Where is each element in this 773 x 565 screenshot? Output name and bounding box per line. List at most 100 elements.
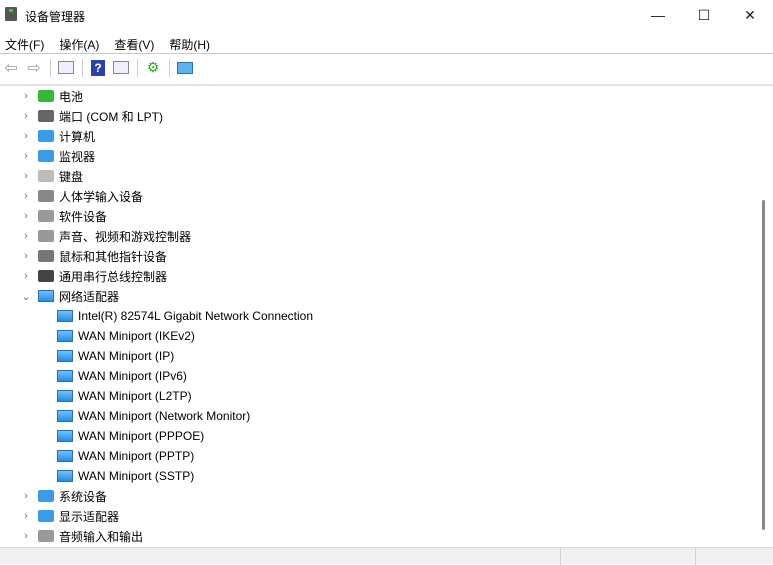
item-label: 通用串行总线控制器 bbox=[59, 269, 168, 284]
keyboard-icon bbox=[38, 170, 54, 182]
status-divider bbox=[560, 548, 561, 565]
device-item[interactable]: WAN Miniport (IPv6) bbox=[57, 366, 187, 386]
chevron-right-icon[interactable]: › bbox=[20, 210, 32, 222]
show-hide-console-tree-icon[interactable] bbox=[55, 58, 77, 78]
category-item[interactable]: › 鼠标和其他指针设备 bbox=[20, 246, 167, 266]
chevron-right-icon[interactable]: › bbox=[20, 230, 32, 242]
chevron-right-icon[interactable]: › bbox=[20, 90, 32, 102]
device-item[interactable]: WAN Miniport (IP) bbox=[57, 346, 174, 366]
network-adapter-icon bbox=[38, 290, 54, 302]
properties-icon[interactable] bbox=[110, 58, 132, 78]
usb-icon bbox=[38, 270, 54, 282]
category-item[interactable]: › 软件设备 bbox=[20, 206, 107, 226]
vertical-scrollbar[interactable] bbox=[762, 200, 765, 530]
category-item[interactable]: › 通用串行总线控制器 bbox=[20, 266, 167, 286]
device-item[interactable]: WAN Miniport (L2TP) bbox=[57, 386, 192, 406]
device-manager-icon bbox=[5, 7, 17, 21]
port-icon bbox=[38, 110, 54, 122]
category-item[interactable]: › 系统设备 bbox=[20, 486, 107, 506]
chevron-right-icon[interactable]: › bbox=[20, 170, 32, 182]
toolbar-divider bbox=[50, 58, 51, 77]
update-driver-icon[interactable]: ⚙ bbox=[142, 58, 164, 78]
status-divider bbox=[695, 548, 696, 565]
monitor-icon bbox=[38, 150, 54, 162]
network-adapter-icon bbox=[57, 330, 73, 342]
device-tree: › 电池 › 端口 (COM 和 LPT) › 计算机 › 监视器 › 键盘 › 人体学输入设备 › 软件… bbox=[0, 86, 763, 546]
title-bar: 设备管理器 — ☐ ✕ bbox=[0, 0, 773, 32]
network-adapter-icon bbox=[57, 370, 73, 382]
category-item[interactable]: › 键盘 bbox=[20, 166, 83, 186]
category-item[interactable]: › 音频输入和输出 bbox=[20, 526, 143, 546]
chevron-right-icon[interactable]: › bbox=[20, 250, 32, 262]
item-label: 监视器 bbox=[59, 149, 96, 164]
mouse-icon bbox=[38, 250, 54, 262]
item-label: WAN Miniport (PPTP) bbox=[78, 449, 195, 463]
toolbar-divider bbox=[82, 58, 83, 77]
item-label: 人体学输入设备 bbox=[59, 189, 144, 204]
device-item[interactable]: WAN Miniport (SSTP) bbox=[57, 466, 194, 486]
software-device-icon bbox=[38, 210, 54, 222]
network-adapter-icon bbox=[57, 450, 73, 462]
item-label: 系统设备 bbox=[59, 489, 108, 504]
back-icon[interactable]: ⇦ bbox=[0, 58, 22, 78]
item-label: 计算机 bbox=[59, 129, 96, 144]
minimize-button[interactable]: — bbox=[635, 0, 681, 30]
audio-icon bbox=[38, 530, 54, 542]
category-item[interactable]: › 计算机 bbox=[20, 126, 95, 146]
chevron-right-icon[interactable]: › bbox=[20, 110, 32, 122]
item-label: WAN Miniport (IPv6) bbox=[78, 369, 187, 383]
chevron-right-icon[interactable]: › bbox=[20, 510, 32, 522]
device-item[interactable]: Intel(R) 82574L Gigabit Network Connecti… bbox=[57, 306, 313, 326]
menu-action[interactable]: 操作(A) bbox=[54, 32, 105, 53]
item-label: WAN Miniport (PPPOE) bbox=[78, 429, 205, 443]
item-label: WAN Miniport (L2TP) bbox=[78, 389, 192, 403]
network-adapter-icon bbox=[57, 470, 73, 482]
forward-icon[interactable]: ⇨ bbox=[23, 58, 45, 78]
category-item[interactable]: › 端口 (COM 和 LPT) bbox=[20, 106, 163, 126]
chevron-down-icon[interactable]: ⌄ bbox=[20, 290, 32, 303]
help-icon[interactable]: ? bbox=[87, 58, 109, 78]
item-label: 鼠标和其他指针设备 bbox=[59, 249, 168, 264]
category-item[interactable]: › 人体学输入设备 bbox=[20, 186, 143, 206]
chevron-right-icon[interactable]: › bbox=[20, 150, 32, 162]
device-item[interactable]: WAN Miniport (Network Monitor) bbox=[57, 406, 250, 426]
item-label: 声音、视频和游戏控制器 bbox=[59, 229, 192, 244]
item-label: WAN Miniport (IP) bbox=[78, 349, 175, 363]
menu-bar: 文件(F) 操作(A) 查看(V) 帮助(H) bbox=[0, 32, 773, 54]
chevron-right-icon[interactable]: › bbox=[20, 190, 32, 202]
item-label: 网络适配器 bbox=[59, 289, 120, 304]
category-item[interactable]: › 监视器 bbox=[20, 146, 95, 166]
menu-file[interactable]: 文件(F) bbox=[0, 32, 50, 53]
hid-icon bbox=[38, 190, 54, 202]
device-item[interactable]: WAN Miniport (PPTP) bbox=[57, 446, 194, 466]
system-device-icon bbox=[38, 490, 54, 502]
computer-icon bbox=[38, 130, 54, 142]
status-bar bbox=[0, 547, 773, 565]
item-label: 显示适配器 bbox=[59, 509, 120, 524]
category-item[interactable]: › 显示适配器 bbox=[20, 506, 119, 526]
maximize-button[interactable]: ☐ bbox=[681, 0, 727, 30]
toolbar: ⇦ ⇨ ? ⚙ bbox=[0, 55, 773, 80]
network-adapter-icon bbox=[57, 410, 73, 422]
item-label: 音频输入和输出 bbox=[59, 529, 144, 544]
chevron-right-icon[interactable]: › bbox=[20, 490, 32, 502]
chevron-right-icon[interactable]: › bbox=[20, 270, 32, 282]
menu-view[interactable]: 查看(V) bbox=[109, 32, 160, 53]
menu-help[interactable]: 帮助(H) bbox=[164, 32, 216, 53]
item-label: WAN Miniport (Network Monitor) bbox=[78, 409, 251, 423]
item-label: Intel(R) 82574L Gigabit Network Connecti… bbox=[78, 309, 314, 323]
device-item[interactable]: WAN Miniport (IKEv2) bbox=[57, 326, 195, 346]
network-adapter-icon bbox=[57, 390, 73, 402]
category-item[interactable]: › 声音、视频和游戏控制器 bbox=[20, 226, 191, 246]
category-item[interactable]: ⌄ 网络适配器 bbox=[20, 286, 119, 306]
chevron-right-icon[interactable]: › bbox=[20, 530, 32, 542]
category-item[interactable]: › 电池 bbox=[20, 86, 83, 106]
item-label: WAN Miniport (SSTP) bbox=[78, 469, 195, 483]
chevron-right-icon[interactable]: › bbox=[20, 130, 32, 142]
item-label: 端口 (COM 和 LPT) bbox=[59, 109, 163, 124]
window-title: 设备管理器 bbox=[25, 10, 86, 24]
device-item[interactable]: WAN Miniport (PPPOE) bbox=[57, 426, 204, 446]
close-button[interactable]: ✕ bbox=[727, 0, 773, 30]
display-adapter-icon bbox=[38, 510, 54, 522]
scan-hardware-icon[interactable] bbox=[174, 58, 196, 78]
